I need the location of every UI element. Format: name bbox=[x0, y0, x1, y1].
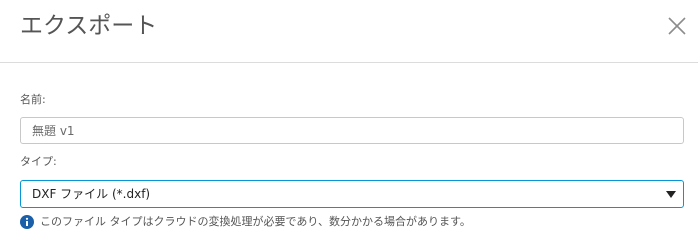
dialog-title: エクスポート bbox=[20, 13, 158, 39]
close-icon bbox=[668, 17, 686, 35]
file-type-selected-value: DXF ファイル (*.dxf) bbox=[32, 187, 151, 201]
file-type-select[interactable]: DXF ファイル (*.dxf) bbox=[20, 180, 684, 208]
name-input[interactable] bbox=[20, 117, 684, 144]
info-message: このファイル タイプはクラウドの変換処理が必要であり、数分かかる場合があります。 bbox=[20, 214, 471, 230]
type-label: タイプ: bbox=[20, 155, 57, 168]
close-button[interactable] bbox=[664, 13, 690, 39]
dialog-header: エクスポート bbox=[0, 0, 698, 63]
caret-down-icon bbox=[666, 191, 676, 198]
info-text: このファイル タイプはクラウドの変換処理が必要であり、数分かかる場合があります。 bbox=[40, 215, 471, 228]
info-icon bbox=[20, 215, 34, 229]
export-dialog: エクスポート 名前: タイプ: DXF ファイル (*.dxf) このファイル … bbox=[0, 0, 698, 244]
name-label: 名前: bbox=[20, 93, 46, 106]
